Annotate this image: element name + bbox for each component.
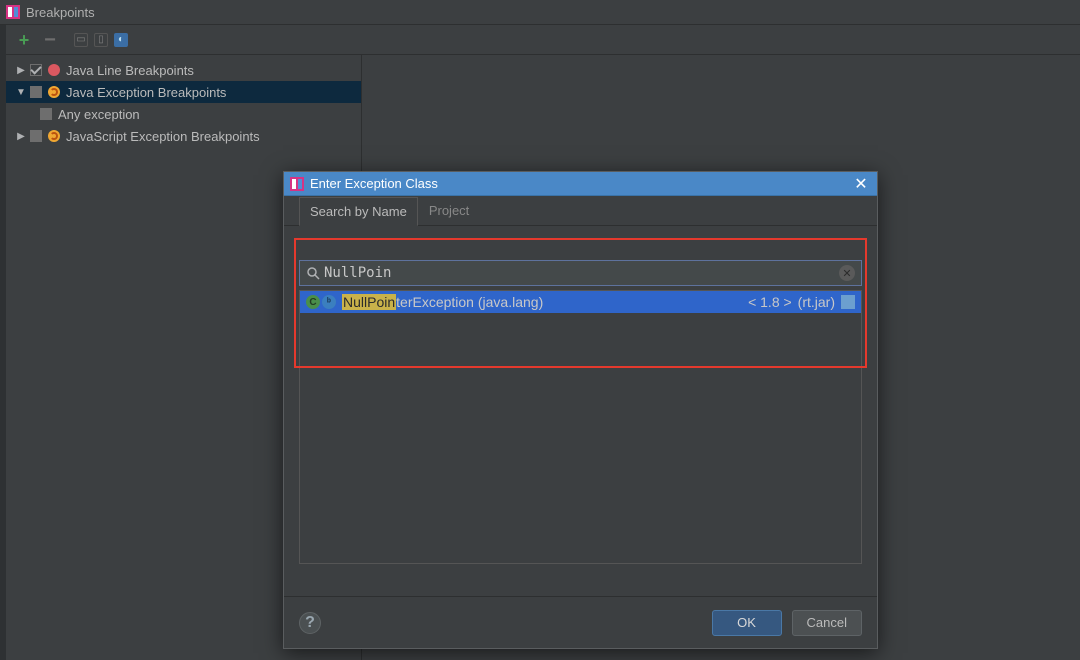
- remove-breakpoint-button[interactable]: −: [42, 32, 58, 48]
- group-by-class-button[interactable]: ◐: [114, 33, 128, 47]
- annotation-highlight: [294, 238, 867, 368]
- dialog-title-bar[interactable]: Enter Exception Class ✕: [284, 172, 877, 196]
- tree-label: Java Exception Breakpoints: [66, 85, 226, 100]
- tree-group-java-exception[interactable]: ▼ Java Exception Breakpoints: [6, 81, 361, 103]
- tree-label: Any exception: [58, 107, 140, 122]
- ok-button[interactable]: OK: [712, 610, 782, 636]
- help-icon: ?: [305, 614, 315, 632]
- chevron-right-icon: ▶: [16, 131, 26, 142]
- tree-label: JavaScript Exception Breakpoints: [66, 129, 260, 144]
- tab-project[interactable]: Project: [418, 196, 480, 225]
- tree-group-java-line[interactable]: ▶ Java Line Breakpoints: [6, 59, 361, 81]
- help-button[interactable]: ?: [299, 612, 321, 634]
- window-title: Breakpoints: [26, 5, 95, 20]
- checkbox[interactable]: [30, 64, 42, 76]
- tree-label: Java Line Breakpoints: [66, 63, 194, 78]
- search-icon: [306, 266, 320, 280]
- search-field-wrapper[interactable]: ✕: [299, 260, 862, 286]
- cancel-button[interactable]: Cancel: [792, 610, 862, 636]
- chevron-right-icon: ▶: [16, 65, 26, 76]
- close-icon: ✕: [854, 174, 867, 194]
- checkbox[interactable]: [30, 86, 42, 98]
- checkbox[interactable]: [40, 108, 52, 120]
- breakpoint-exception-icon: [48, 130, 60, 142]
- group-by-file-button[interactable]: ▯: [94, 33, 108, 47]
- checkbox[interactable]: [30, 130, 42, 142]
- dialog-title: Enter Exception Class: [310, 176, 438, 191]
- search-input[interactable]: [324, 265, 839, 281]
- plus-icon: +: [19, 32, 30, 48]
- group-by-package-button[interactable]: ▭: [74, 33, 88, 47]
- tree-item-any-exception[interactable]: Any exception: [6, 103, 361, 125]
- tab-search-by-name[interactable]: Search by Name: [299, 197, 418, 226]
- clear-icon: ✕: [842, 267, 851, 280]
- window-title-bar: Breakpoints: [0, 0, 1080, 25]
- close-button[interactable]: ✕: [851, 174, 871, 194]
- breakpoints-toolbar: + − ▭ ▯ ◐: [6, 25, 1080, 55]
- clear-search-button[interactable]: ✕: [839, 265, 855, 281]
- breakpoint-exception-icon: [48, 86, 60, 98]
- dialog-tabs: Search by Name Project: [284, 196, 877, 226]
- minus-icon: −: [44, 34, 56, 46]
- add-breakpoint-button[interactable]: +: [16, 32, 32, 48]
- app-icon: [6, 5, 20, 19]
- chevron-down-icon: ▼: [16, 87, 26, 98]
- breakpoint-line-icon: [48, 64, 60, 76]
- app-icon: [290, 177, 304, 191]
- tree-group-js-exception[interactable]: ▶ JavaScript Exception Breakpoints: [6, 125, 361, 147]
- enter-exception-class-dialog: Enter Exception Class ✕ Search by Name P…: [283, 171, 878, 649]
- dialog-footer: ? OK Cancel: [284, 596, 877, 648]
